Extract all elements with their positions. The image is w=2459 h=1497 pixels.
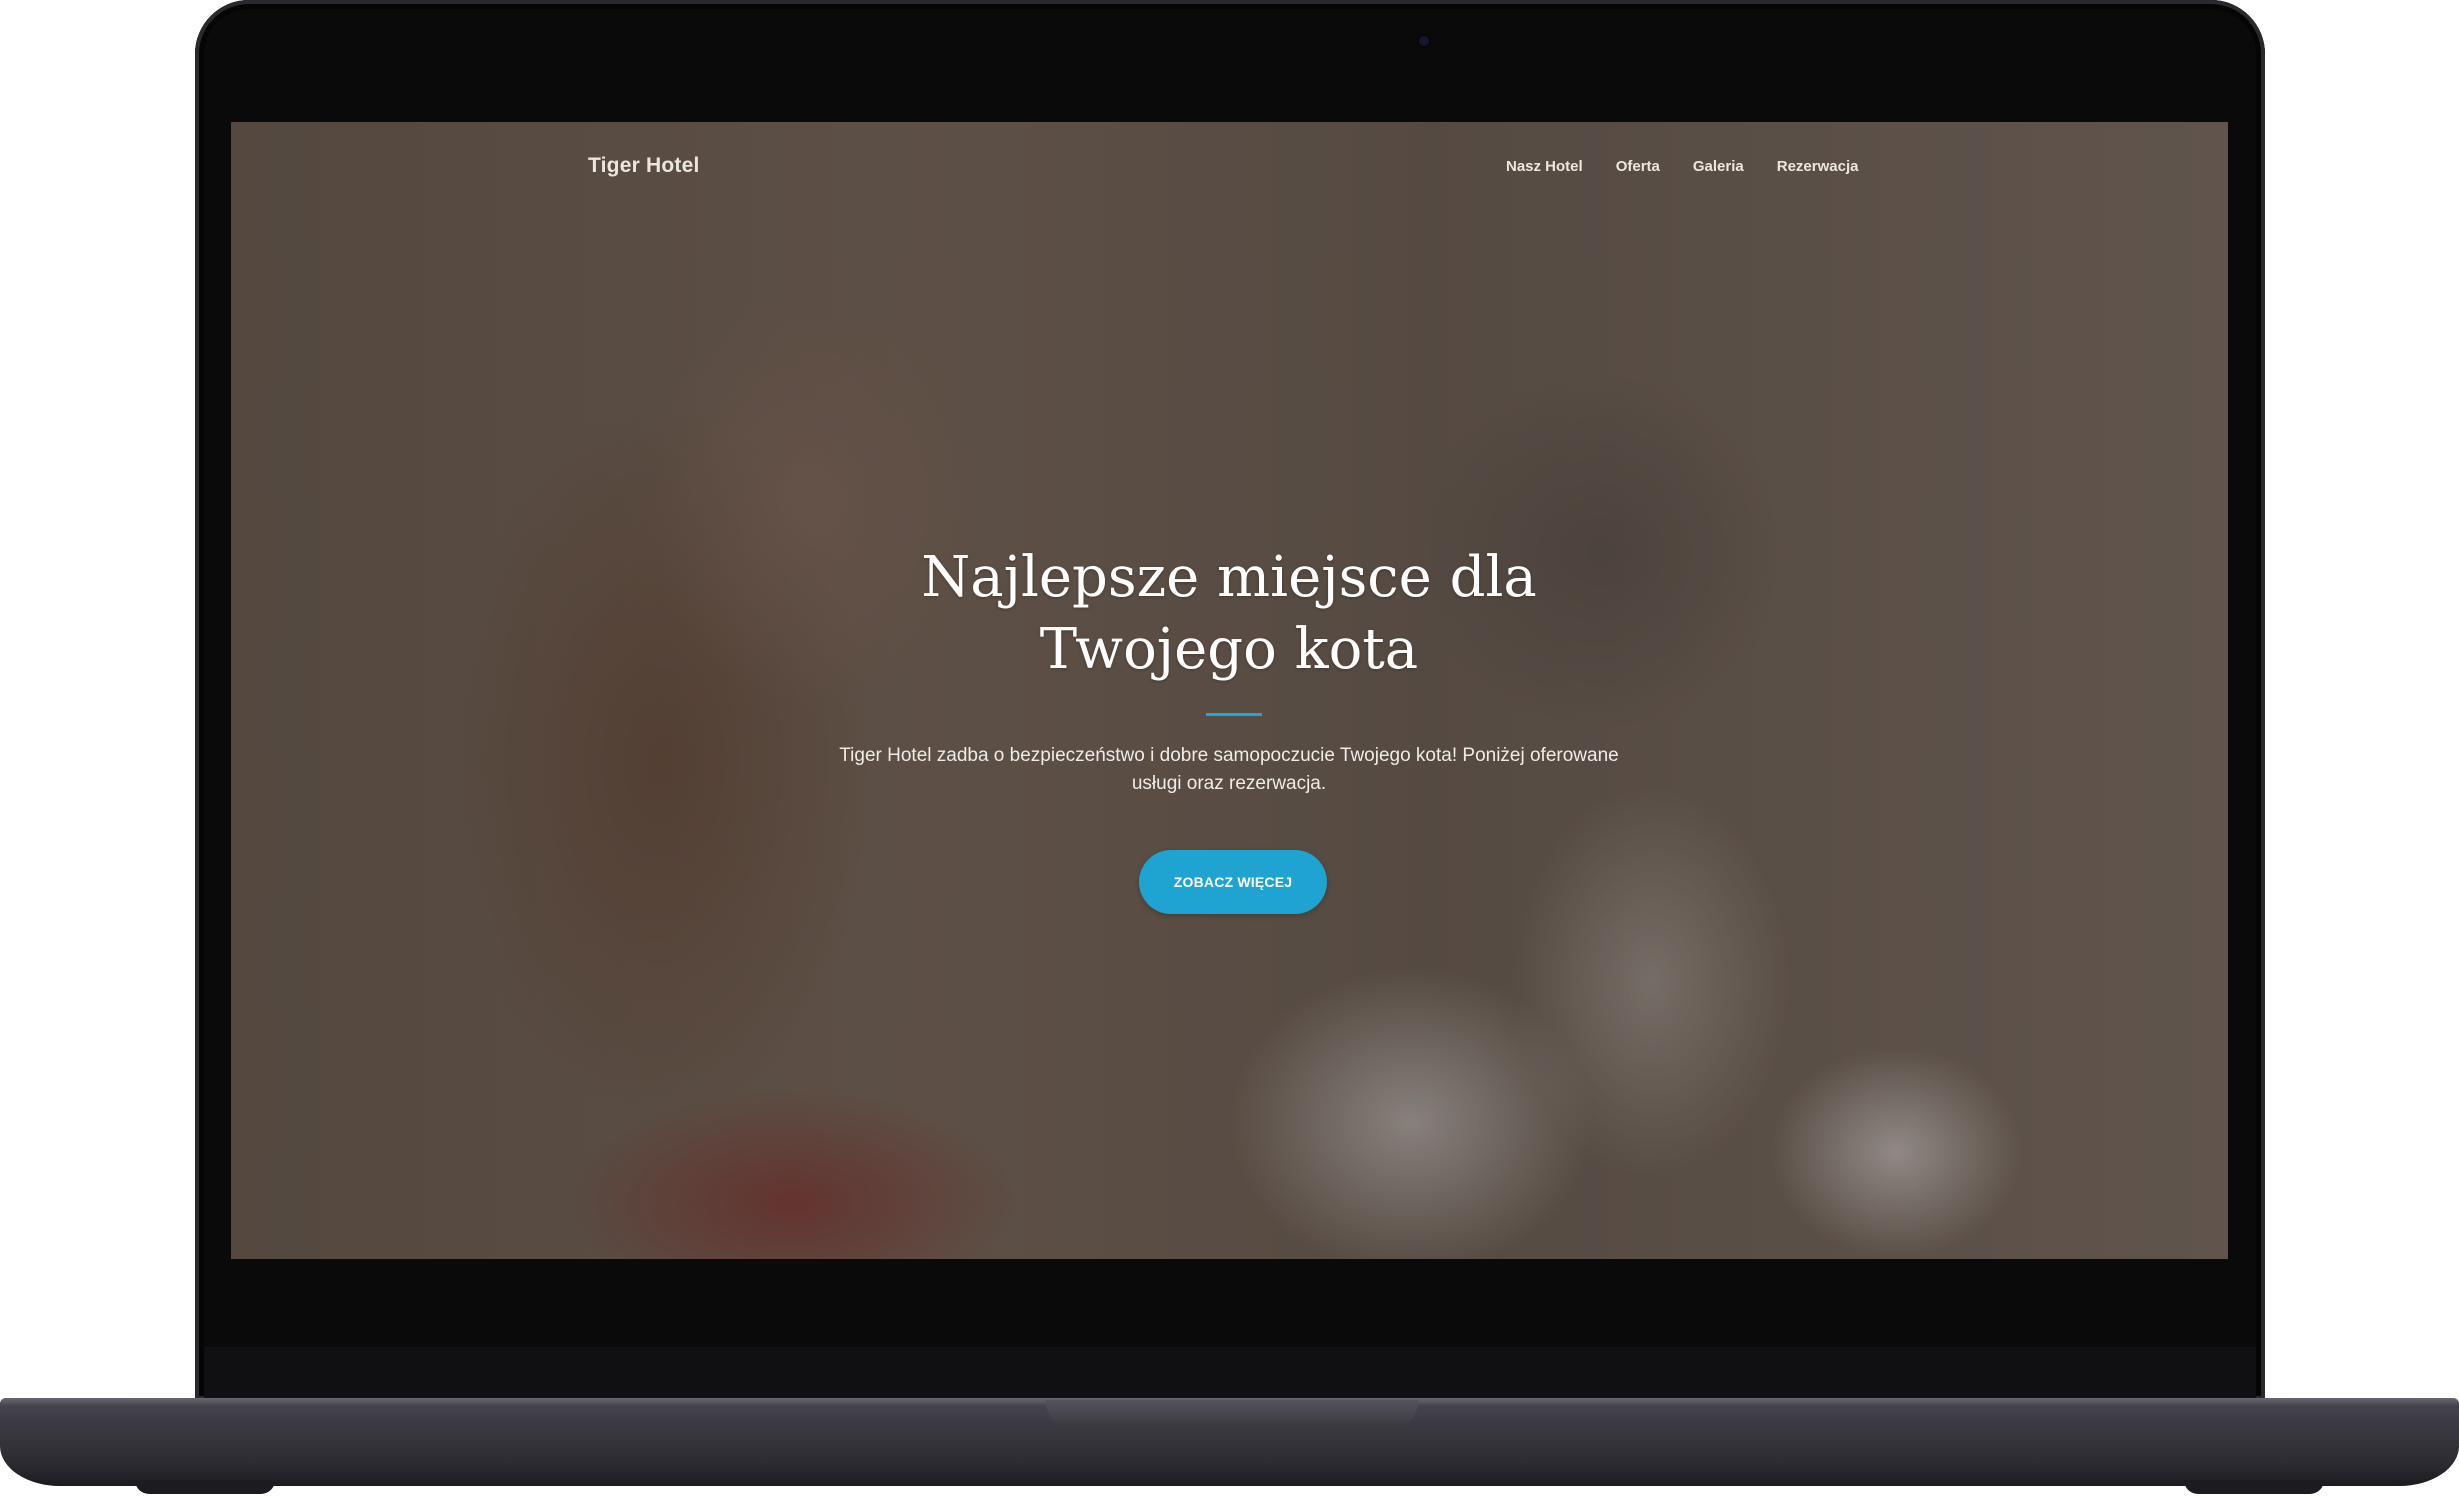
hero-description-line: usługi oraz rezerwacja. [1131, 773, 1327, 794]
hero-description-line: Tiger Hotel zadba o bezpieczeństwo i dob… [839, 745, 1619, 766]
laptop-foot-left [135, 1480, 275, 1494]
main-nav: Nasz Hotel Oferta Galeria Rezerwacja [1506, 146, 1858, 186]
website-screen: Tiger Hotel Nasz Hotel Oferta Galeria Re… [231, 122, 2228, 1259]
screen-bottom-bezel [204, 1347, 2256, 1399]
see-more-button[interactable]: ZOBACZ WIĘCEJ [1139, 850, 1327, 914]
laptop-foot-right [2184, 1480, 2324, 1494]
camera-icon [1419, 36, 1429, 46]
title-divider [1206, 713, 1262, 716]
hero-title-line: Twojego kota [1039, 617, 1419, 682]
hero-title-line: Najlepsze miejsce dla [921, 545, 1537, 610]
laptop-opening-notch [1046, 1400, 1418, 1428]
nav-item-galeria[interactable]: Galeria [1693, 158, 1744, 175]
nav-item-rezerwacja[interactable]: Rezerwacja [1777, 158, 1859, 175]
hero-background-photo [231, 122, 2228, 1259]
site-logo[interactable]: Tiger Hotel [588, 146, 700, 186]
nav-item-oferta[interactable]: Oferta [1616, 158, 1660, 175]
hero-description: Tiger Hotel zadba o bezpieczeństwo i dob… [779, 742, 1679, 798]
nav-item-nasz-hotel[interactable]: Nasz Hotel [1506, 158, 1583, 175]
hero-title: Najlepsze miejsce dla Twojego kota [729, 542, 1729, 686]
